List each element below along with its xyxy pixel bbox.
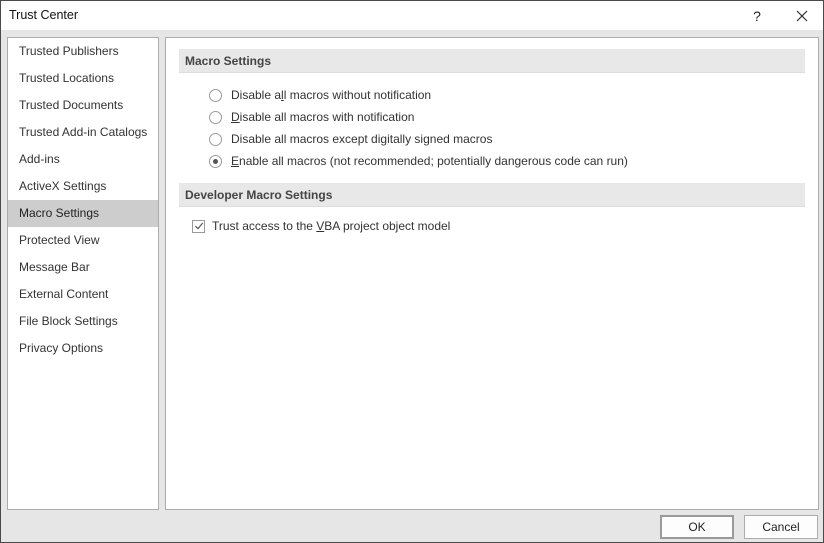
radio-button-selected[interactable]	[209, 154, 222, 168]
trust-center-dialog: Trust Center ? Trusted Publishers Truste…	[0, 0, 824, 543]
sidebar-item-activex-settings[interactable]: ActiveX Settings	[8, 173, 158, 200]
ok-button[interactable]: OK	[660, 515, 734, 539]
radio-label: Disable all macros with notification	[231, 110, 415, 124]
sidebar-item-external-content[interactable]: External Content	[8, 281, 158, 308]
radio-button[interactable]	[209, 110, 222, 124]
sidebar-item-protected-view[interactable]: Protected View	[8, 227, 158, 254]
radio-button[interactable]	[209, 88, 222, 102]
checkbox[interactable]	[192, 219, 205, 233]
radio-label: Disable all macros except digitally sign…	[231, 132, 493, 146]
sidebar-item-trusted-add-in-catalogs[interactable]: Trusted Add-in Catalogs	[8, 119, 158, 146]
radio-disable-with-notification[interactable]: Disable all macros with notification	[209, 107, 414, 127]
settings-panel: Macro Settings Disable all macros withou…	[165, 37, 819, 510]
sidebar-item-trusted-documents[interactable]: Trusted Documents	[8, 92, 158, 119]
sidebar-nav: Trusted Publishers Trusted Locations Tru…	[7, 37, 159, 510]
trust-vba-access-option[interactable]: Trust access to the VBA project object m…	[192, 216, 450, 236]
macro-settings-header: Macro Settings	[179, 49, 805, 73]
sidebar-item-macro-settings[interactable]: Macro Settings	[8, 200, 158, 227]
radio-disable-except-signed[interactable]: Disable all macros except digitally sign…	[209, 129, 492, 149]
checkmark-icon	[194, 222, 203, 230]
radio-button[interactable]	[209, 132, 222, 146]
developer-macro-settings-header: Developer Macro Settings	[179, 183, 805, 207]
radio-enable-all-macros[interactable]: Enable all macros (not recommended; pote…	[209, 151, 628, 171]
sidebar-item-message-bar[interactable]: Message Bar	[8, 254, 158, 281]
help-button[interactable]: ?	[741, 1, 773, 30]
radio-label: Enable all macros (not recommended; pote…	[231, 154, 628, 168]
radio-label: Disable all macros without notification	[231, 88, 432, 102]
sidebar-item-file-block-settings[interactable]: File Block Settings	[8, 308, 158, 335]
dialog-title: Trust Center	[9, 8, 79, 22]
sidebar-item-trusted-locations[interactable]: Trusted Locations	[8, 65, 158, 92]
sidebar-item-privacy-options[interactable]: Privacy Options	[8, 335, 158, 362]
close-button[interactable]	[783, 1, 821, 30]
radio-disable-without-notification[interactable]: Disable all macros without notification	[209, 85, 431, 105]
sidebar-item-trusted-publishers[interactable]: Trusted Publishers	[8, 38, 158, 65]
sidebar-item-add-ins[interactable]: Add-ins	[8, 146, 158, 173]
cancel-button[interactable]: Cancel	[744, 515, 818, 539]
close-icon	[796, 10, 808, 21]
checkbox-label: Trust access to the VBA project object m…	[212, 219, 451, 233]
title-bar: Trust Center ?	[1, 1, 823, 30]
